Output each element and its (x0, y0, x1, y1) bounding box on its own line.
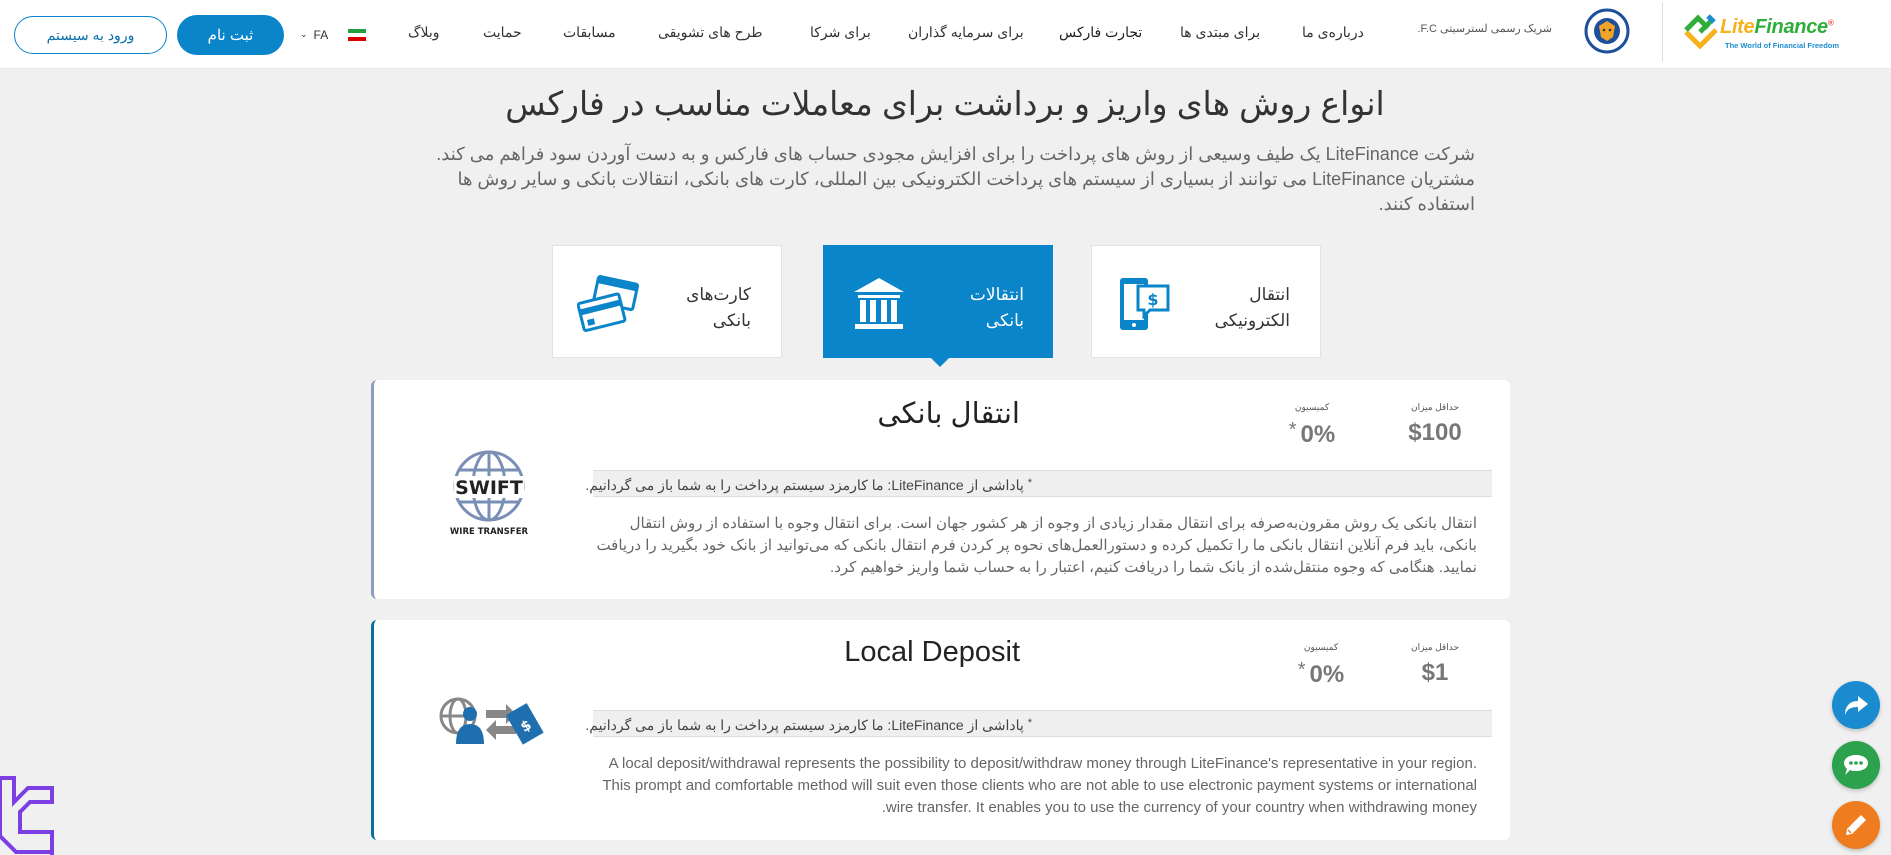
min-amount-value: $100 (1408, 419, 1462, 446)
min-amount: حداقل میزان $1 (1380, 642, 1490, 687)
bank-icon (854, 278, 904, 329)
login-button[interactable]: ورود به سیستم (14, 16, 167, 54)
chat-bubble-icon (1844, 755, 1868, 775)
pencil-icon (1846, 815, 1866, 835)
nav-blog[interactable]: وبلاگ (408, 24, 440, 48)
method-description: A local deposit/withdrawal represents th… (602, 755, 1477, 816)
commission-value: * 0% (1297, 659, 1345, 688)
commission-value: * 0% (1288, 419, 1336, 448)
local-deposit-icon: $ (439, 697, 544, 745)
commission-label: کمیسیون (1303, 642, 1339, 652)
min-amount-label: حداقل میزان (1410, 402, 1460, 412)
method-description: انتقال بانکی یک روش مقرون‌به‌صرفه برای ا… (596, 515, 1477, 576)
language-code: FA (313, 28, 329, 42)
register-button[interactable]: ثبت نام (177, 15, 284, 55)
brand-tagline: The World of Financial Freedom (1725, 41, 1840, 50)
feedback-button[interactable] (1832, 801, 1880, 849)
nav-beginners[interactable]: برای مبتدی ها (1180, 24, 1260, 48)
intro-text: شرکت LiteFinance یک طیف وسیعی از روش های… (436, 144, 1475, 214)
nav-contests[interactable]: مسابقات (563, 24, 616, 48)
tab-label: انتقالات بانکی (969, 285, 1024, 330)
nav-support[interactable]: حمایت (483, 24, 522, 48)
page-title: انواع روش های واریز و برداشت برای معاملا… (505, 85, 1385, 122)
min-amount: حداقل میزان $100 (1380, 402, 1490, 447)
tab-bank-transfers[interactable]: انتقالات بانکی (823, 245, 1053, 358)
watermark-logo-icon (0, 776, 54, 855)
min-amount-value: $1 (1421, 659, 1449, 686)
method-title: Local Deposit (844, 636, 1020, 668)
bonus-note: * پاداشی از LiteFinance: ما کارمزد سیستم… (585, 710, 1492, 737)
commission-label: کمیسیون (1294, 402, 1330, 412)
litefinance-mark-icon (1684, 14, 1718, 50)
site-header: LiteFinance® The World of Financial Free… (0, 0, 1891, 69)
tab-bank-cards[interactable]: کارت‌های بانکی (552, 245, 782, 358)
bonus-note: * پاداشی از LiteFinance: ما کارمزد سیستم… (585, 470, 1492, 497)
nav-forex-trading[interactable]: تجارت فارکس (1059, 24, 1142, 48)
svg-text:WIRE TRANSFER: WIRE TRANSFER (450, 527, 529, 537)
nav-partners[interactable]: برای شرکا (810, 24, 871, 48)
svg-text:SWIFT: SWIFT (455, 477, 523, 499)
min-amount-label: حداقل میزان (1410, 642, 1460, 652)
chevron-down-icon: ⌄ (300, 30, 308, 40)
share-button[interactable] (1832, 681, 1880, 729)
method-title: انتقال بانکی (877, 398, 1020, 430)
language-selector[interactable]: ⌄ FA (300, 26, 367, 44)
iran-flag-icon (348, 28, 367, 42)
nav-about[interactable]: درباره‌ی ما (1302, 24, 1364, 48)
svg-text:$: $ (1147, 290, 1158, 309)
litefinance-logo[interactable]: LiteFinance® The World of Financial Free… (1682, 8, 1860, 56)
swift-wire-transfer-logo: SWIFT WIRE TRANSFER (450, 450, 529, 537)
method-card-bank-transfer: انتقال بانکی حداقل میزان $100 کمیسیون * 0… (371, 380, 1510, 599)
chat-button[interactable] (1832, 741, 1880, 789)
commission: کمیسیون * 0% (1267, 402, 1357, 449)
brand-wordmark: LiteFinance® (1720, 16, 1834, 38)
tab-label: انتقال الکترونیکی (1214, 285, 1290, 330)
mobile-payment-icon: $ (1120, 278, 1170, 330)
commission: کمیسیون * 0% (1276, 642, 1366, 689)
tab-label: کارت‌های بانکی (686, 285, 751, 330)
credit-cards-icon (577, 275, 639, 333)
partner-text: شریک رسمی لسترسیتی F.C. (1417, 23, 1552, 35)
leicester-city-crest-icon[interactable] (1584, 6, 1630, 56)
tab-electronic-transfer[interactable]: انتقال الکترونیکی $ (1091, 245, 1321, 358)
nav-promotions[interactable]: طرح های تشویقی (658, 24, 763, 48)
active-tab-pointer (930, 357, 950, 367)
nav-investors[interactable]: برای سرمایه گذاران (908, 24, 1024, 48)
header-divider (1662, 2, 1663, 62)
method-card-local-deposit: Local Deposit حداقل میزان $1 کمیسیون * 0%… (371, 620, 1510, 840)
share-arrow-icon (1845, 696, 1868, 715)
